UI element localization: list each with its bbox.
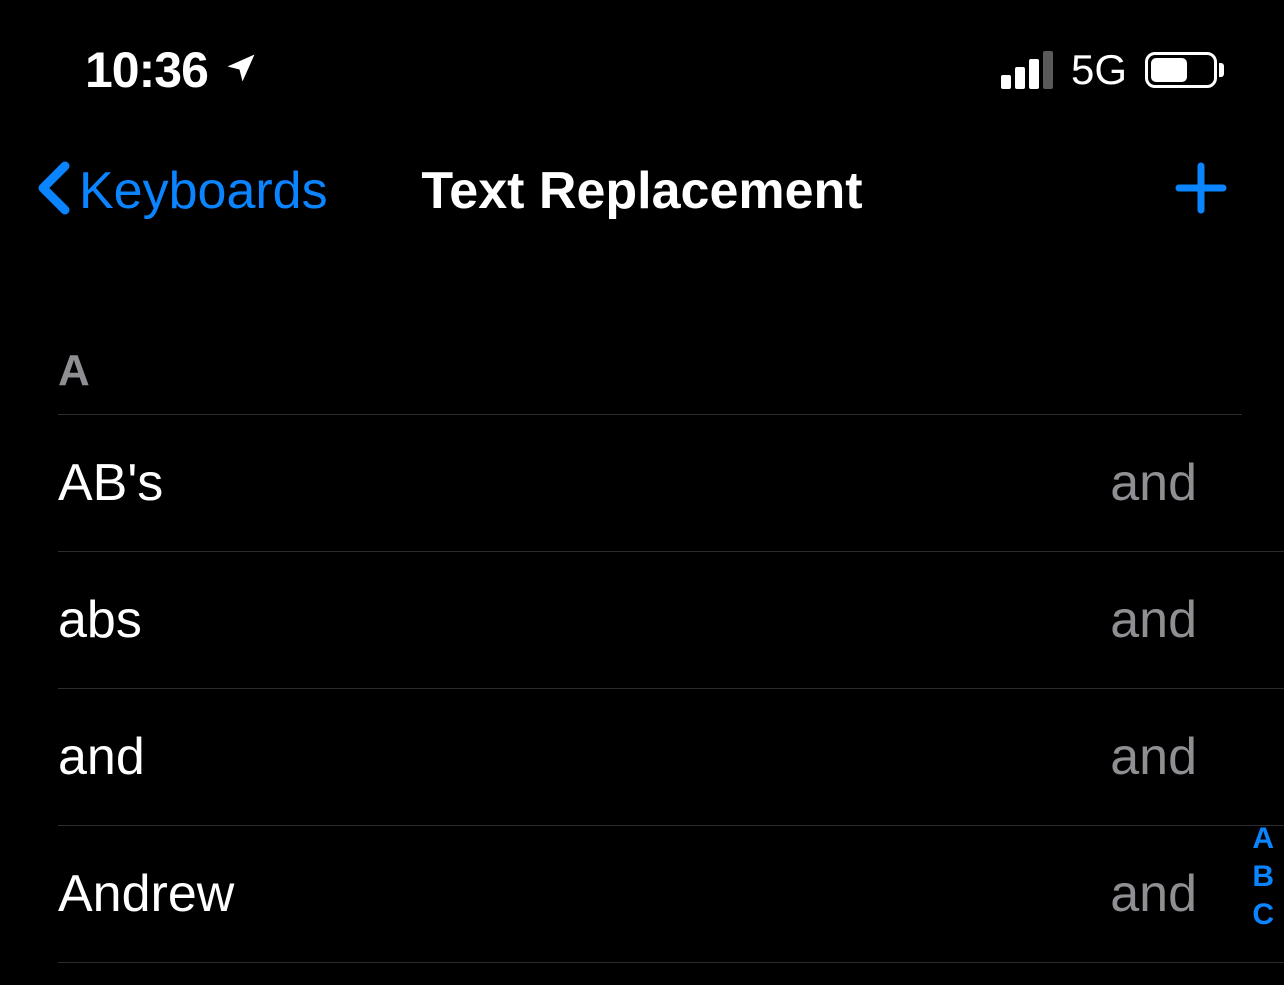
add-button[interactable] <box>1173 160 1229 221</box>
index-letter[interactable]: A <box>1252 820 1274 858</box>
item-shortcut: and <box>1110 727 1242 787</box>
battery-icon <box>1145 52 1224 88</box>
item-phrase: and <box>58 727 145 787</box>
plus-icon <box>1173 160 1229 216</box>
list-item[interactable]: abs and <box>58 552 1284 689</box>
alpha-index[interactable]: A B C <box>1252 820 1274 934</box>
index-letter[interactable]: B <box>1252 858 1274 896</box>
item-phrase: Andrew <box>58 864 234 924</box>
page-title: Text Replacement <box>421 161 862 221</box>
list-item[interactable]: Andrew and <box>58 826 1284 963</box>
list-item[interactable]: and and <box>58 689 1284 826</box>
section-header: A <box>58 346 1242 415</box>
chevron-left-icon <box>35 160 71 221</box>
status-right: 5G <box>1001 46 1224 94</box>
network-type: 5G <box>1071 46 1127 94</box>
back-button[interactable]: Keyboards <box>35 160 328 221</box>
item-shortcut: and <box>1110 590 1242 650</box>
index-letter[interactable]: C <box>1252 896 1274 934</box>
location-icon <box>223 50 259 91</box>
back-label: Keyboards <box>79 161 328 221</box>
replacement-list: A AB's and abs and and and Andrew and <box>0 346 1284 963</box>
item-phrase: abs <box>58 590 142 650</box>
status-left: 10:36 <box>85 41 259 99</box>
item-phrase: AB's <box>58 453 163 513</box>
status-time: 10:36 <box>85 41 208 99</box>
item-shortcut: and <box>1110 864 1242 924</box>
item-shortcut: and <box>1110 453 1242 513</box>
list-item[interactable]: AB's and <box>58 415 1284 552</box>
status-bar: 10:36 5G <box>0 0 1284 130</box>
cellular-signal-icon <box>1001 51 1053 89</box>
navigation-bar: Keyboards Text Replacement <box>0 130 1284 261</box>
